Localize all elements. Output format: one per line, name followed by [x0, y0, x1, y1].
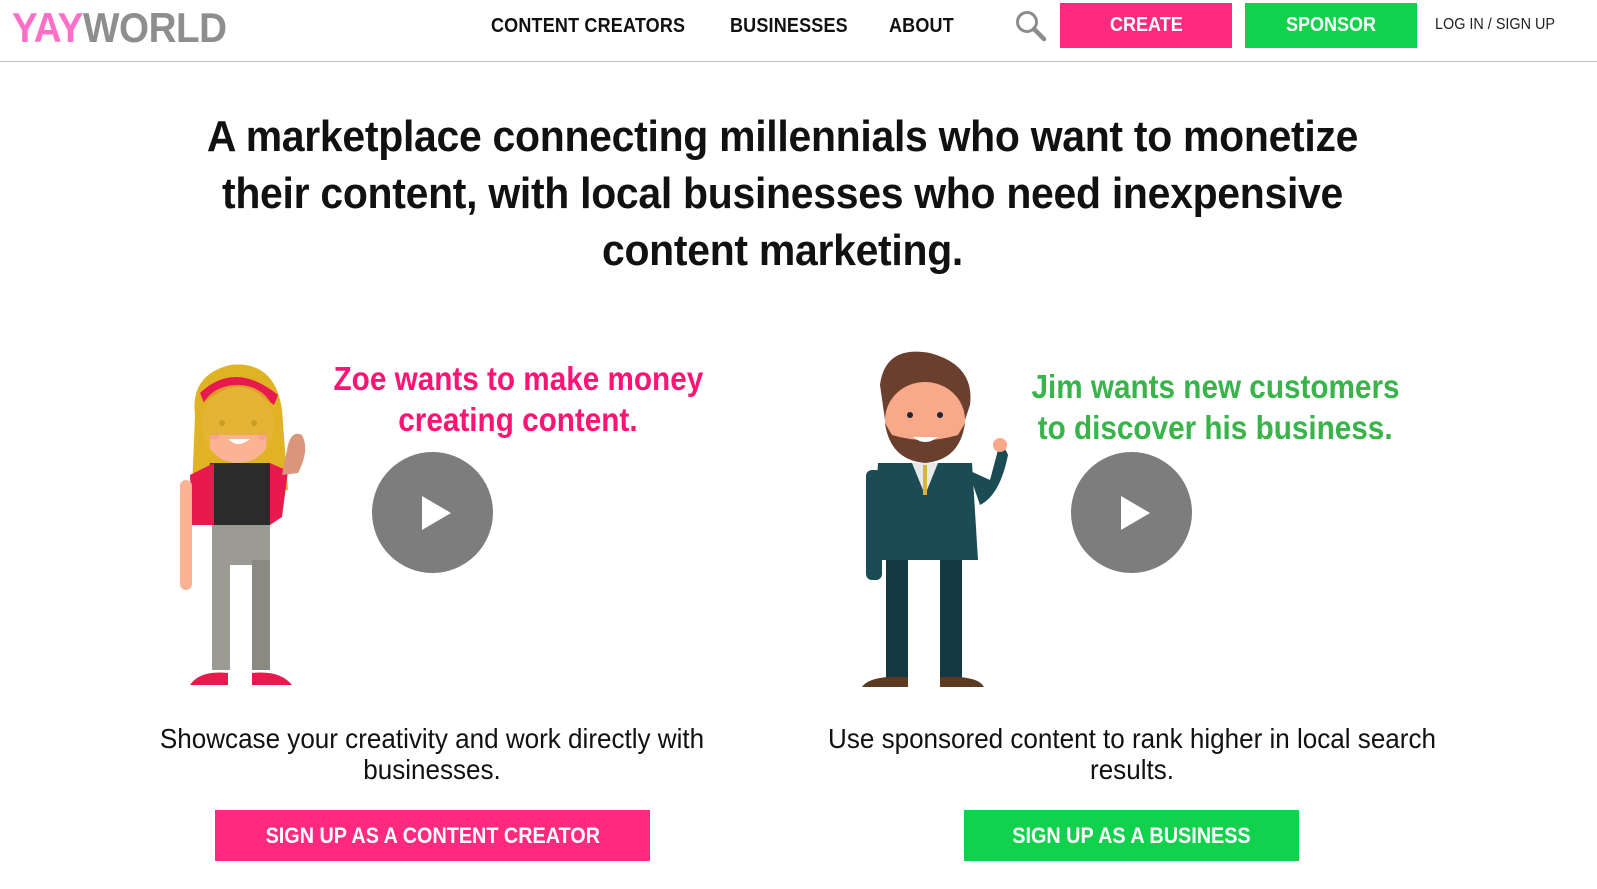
nav-businesses[interactable]: BUSINESSES — [730, 15, 848, 38]
creator-play-button[interactable] — [372, 452, 493, 573]
creator-video[interactable]: Zoe wants to make money creating content… — [160, 340, 780, 700]
creator-video-title-line2: creating content. — [398, 401, 638, 438]
business-video-title: Jim wants new customers to discover his … — [1010, 366, 1420, 448]
signup-creator-button-label: SIGN UP AS A CONTENT CREATOR — [265, 822, 600, 848]
signup-creator-button[interactable]: SIGN UP AS A CONTENT CREATOR — [215, 810, 650, 861]
sponsor-button[interactable]: SPONSOR — [1245, 3, 1417, 48]
business-video-title-line1: Jim wants new customers — [1030, 368, 1400, 405]
creator-video-title-line1: Zoe wants to make money — [333, 360, 703, 397]
business-play-button[interactable] — [1071, 452, 1192, 573]
play-icon — [1120, 495, 1150, 530]
business-video-title-line2: to discover his business. — [1037, 409, 1393, 446]
sponsor-button-label: SPONSOR — [1285, 14, 1377, 36]
logo-world: WORLD — [82, 4, 227, 51]
logo[interactable]: YAYWORLD — [12, 4, 227, 52]
business-description: Use sponsored content to rank higher in … — [792, 723, 1472, 785]
hero-headline: A marketplace connecting millennials who… — [160, 108, 1405, 279]
signup-business-button[interactable]: SIGN UP AS A BUSINESS — [964, 810, 1299, 861]
create-button-label: CREATE — [1109, 14, 1183, 36]
creator-description: Showcase your creativity and work direct… — [92, 723, 772, 785]
create-button[interactable]: CREATE — [1060, 3, 1232, 48]
business-description-text: Use sponsored content to rank higher in … — [828, 723, 1436, 785]
site-header: YAYWORLD CONTENT CREATORS BUSINESSES ABO… — [0, 0, 1597, 62]
jim-illustration — [850, 345, 1010, 690]
hero-headline-text: A marketplace connecting millennials who… — [206, 112, 1359, 275]
nav-about[interactable]: ABOUT — [889, 15, 954, 38]
play-icon — [421, 495, 451, 530]
creator-description-text: Showcase your creativity and work direct… — [159, 723, 705, 785]
search-icon[interactable] — [1013, 8, 1049, 44]
nav-content-creators[interactable]: CONTENT CREATORS — [491, 15, 685, 38]
logo-yay: YAY — [12, 4, 83, 51]
signup-business-button-label: SIGN UP AS A BUSINESS — [1012, 822, 1251, 848]
login-signup-link[interactable]: LOG IN / SIGN UP — [1435, 16, 1555, 34]
business-video[interactable]: Jim wants new customers to discover his … — [840, 340, 1460, 700]
creator-video-title: Zoe wants to make money creating content… — [308, 358, 728, 440]
